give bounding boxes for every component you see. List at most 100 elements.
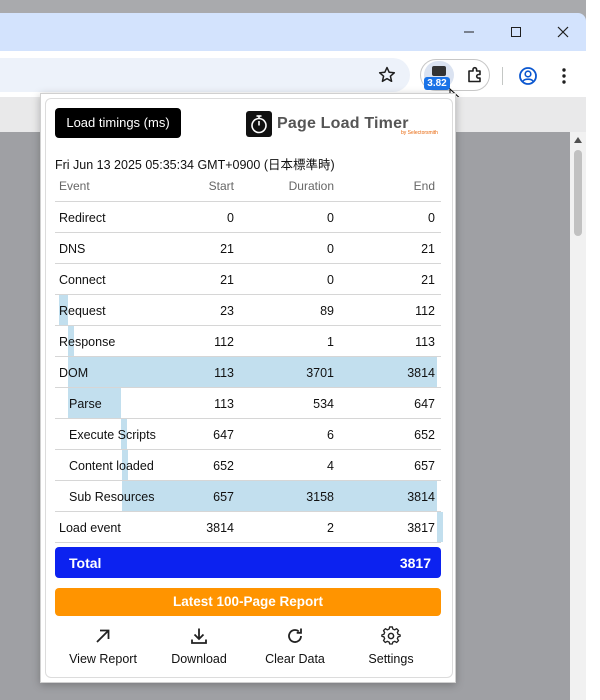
row-end: 0 (428, 211, 435, 225)
extension-badge: 3.82 (424, 77, 450, 90)
row-start: 23 (220, 304, 234, 318)
row-duration: 0 (327, 211, 334, 225)
table-header: Event Start Duration End (55, 172, 441, 202)
timeline-bar (436, 512, 443, 542)
row-event: Content loaded (69, 459, 154, 473)
maximize-button[interactable] (493, 13, 539, 51)
view-report-button[interactable]: View Report (55, 624, 151, 668)
download-label: Download (171, 652, 227, 666)
refresh-icon (288, 628, 302, 643)
row-end: 21 (421, 242, 435, 256)
row-end: 657 (414, 459, 435, 473)
latest-report-button[interactable]: Latest 100-Page Report (55, 588, 441, 616)
view-report-label: View Report (69, 652, 137, 666)
bookmark-star-icon[interactable] (377, 65, 397, 85)
scroll-up-arrow-icon[interactable] (574, 137, 582, 143)
settings-label: Settings (368, 652, 414, 666)
row-event: Response (59, 335, 116, 349)
load-timestamp: Fri Jun 13 2025 05:35:34 GMT+0900 (日本標準時… (55, 158, 335, 172)
row-duration: 3158 (306, 490, 334, 504)
row-event: DOM (59, 366, 89, 380)
row-end: 113 (415, 335, 435, 349)
row-end: 112 (415, 304, 435, 318)
load-timings-button[interactable]: Load timings (ms) (55, 108, 181, 138)
column-header-duration: Duration (288, 179, 334, 193)
row-duration: 1 (327, 335, 334, 349)
row-event: Sub Resources (69, 490, 155, 504)
row-duration: 534 (313, 397, 334, 411)
column-header-end: End (413, 179, 435, 193)
row-end: 647 (414, 397, 435, 411)
toolbar-divider (502, 67, 503, 85)
column-header-start: Start (208, 179, 234, 193)
row-start: 21 (220, 242, 234, 256)
timeline-bar (122, 481, 437, 511)
row-start: 657 (213, 490, 234, 504)
logo-title: Page Load Timer (277, 115, 409, 132)
row-start: 0 (227, 211, 234, 225)
table-row: Execute Scripts 647 6 652 (55, 419, 441, 450)
table-row: Content loaded 652 4 657 (55, 450, 441, 481)
close-icon (557, 26, 569, 38)
row-end: 652 (414, 428, 435, 442)
stopwatch-icon (251, 115, 267, 134)
row-event: Load event (59, 521, 121, 535)
download-icon (191, 628, 207, 644)
row-duration: 0 (327, 242, 334, 256)
table-row: Sub Resources 657 3158 3814 (55, 481, 441, 512)
timeline-bar (68, 357, 437, 387)
clear-data-label: Clear Data (265, 652, 325, 666)
row-duration: 6 (327, 428, 334, 442)
row-start: 113 (214, 366, 234, 380)
table-row: Load event 3814 2 3817 (55, 512, 443, 543)
clear-data-button[interactable]: Clear Data (247, 624, 343, 668)
row-duration: 3701 (306, 366, 334, 380)
table-row: Connect 21 0 21 (55, 264, 441, 295)
address-bar[interactable] (0, 58, 410, 92)
row-end: 3814 (407, 490, 435, 504)
table-row: Parse 113 534 647 (55, 388, 441, 419)
profile-avatar-icon[interactable] (518, 66, 538, 86)
browser-toolbar (0, 51, 586, 97)
row-event: Redirect (59, 211, 106, 225)
row-end: 3814 (407, 366, 435, 380)
row-event: Execute Scripts (69, 428, 156, 442)
title-bar (0, 13, 586, 51)
row-event: Connect (59, 273, 106, 287)
row-start: 112 (214, 335, 234, 349)
table-row: Request 23 89 112 (55, 295, 441, 326)
extensions-puzzle-icon[interactable] (465, 65, 485, 85)
row-start: 113 (214, 397, 234, 411)
total-label: Total (69, 555, 102, 571)
timings-table: Event Start Duration End Redirect 0 0 0 DNS 2… (55, 172, 443, 543)
download-button[interactable]: Download (151, 624, 247, 668)
arrow-up-right-icon (96, 629, 110, 643)
row-event: DNS (59, 242, 86, 256)
table-row: DOM 113 3701 3814 (55, 357, 441, 388)
close-window-button[interactable] (540, 13, 586, 51)
gear-icon (381, 626, 401, 645)
row-end: 21 (421, 273, 435, 287)
logo-subtitle: by Selectorsmith (401, 130, 438, 136)
row-start: 652 (213, 459, 234, 473)
row-start: 21 (220, 273, 234, 287)
browser-menu-icon[interactable] (554, 66, 574, 86)
desktop-edge (586, 0, 600, 700)
minimize-button[interactable] (446, 13, 492, 51)
row-duration: 0 (327, 273, 334, 287)
table-row: Response 112 1 113 (55, 326, 441, 357)
table-row: DNS 21 0 21 (55, 233, 441, 264)
total-bar: Total 3817 (55, 547, 441, 578)
row-duration: 2 (327, 521, 334, 535)
maximize-icon (511, 27, 521, 37)
row-duration: 89 (320, 304, 334, 318)
settings-button[interactable]: Settings (343, 624, 439, 668)
row-end: 3817 (407, 521, 435, 535)
table-row: Redirect 0 0 0 (55, 202, 441, 233)
row-event: Parse (69, 397, 102, 411)
extension-popup: Load timings (ms) Page Load Timer by Sel… (40, 93, 456, 683)
logo-badge (246, 111, 272, 137)
row-duration: 4 (327, 459, 334, 473)
minimize-icon (464, 31, 474, 33)
scrollbar-thumb[interactable] (574, 150, 582, 236)
